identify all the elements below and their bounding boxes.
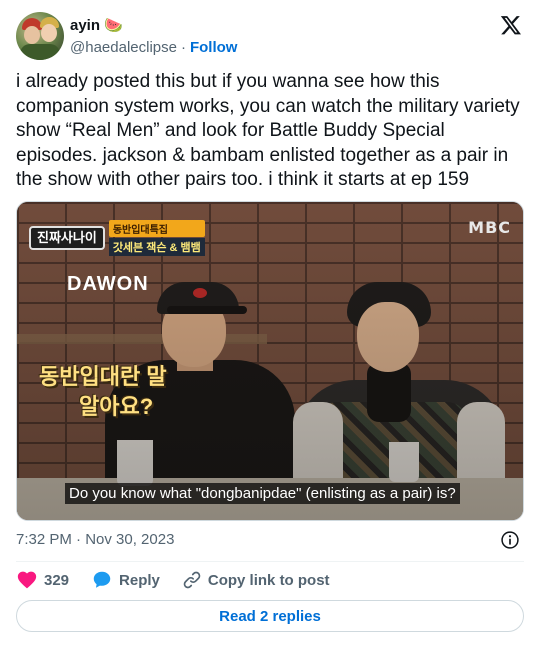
video-subtitle: Do you know what "dongbanipdae" (enlisti…: [65, 483, 460, 504]
separator-dot: ·: [180, 38, 186, 56]
tweet-actions: 329 Reply Copy link to post: [16, 569, 352, 591]
episode-banner: 동반입대특집 갓세븐 잭슨 & 뱀뱀: [108, 220, 205, 256]
display-name-row[interactable]: ayin 🍉: [70, 15, 237, 35]
display-name[interactable]: ayin: [70, 17, 100, 34]
info-icon[interactable]: [500, 530, 520, 550]
tweet-header: ayin 🍉 @haedaleclipse · Follow: [16, 12, 524, 60]
banner-bottom: 갓세븐 잭슨 & 뱀뱀: [108, 238, 205, 256]
avatar[interactable]: [16, 12, 64, 60]
tweet-text: i already posted this but if you wanna s…: [16, 71, 520, 190]
banner-top: 동반입대특집: [108, 220, 205, 237]
korean-caption: 동반입대란 말 알아요?: [39, 362, 167, 422]
broadcaster-logo: MBC: [468, 218, 511, 237]
divider: [16, 561, 524, 562]
x-logo-icon[interactable]: [500, 14, 522, 36]
user-handle[interactable]: @haedaleclipse: [70, 39, 177, 56]
heart-icon: [17, 571, 37, 589]
copy-link-button[interactable]: Copy link to post: [182, 570, 330, 590]
read-replies-button[interactable]: Read 2 replies: [16, 600, 524, 632]
reply-label: Reply: [119, 571, 160, 589]
korean-caption-line1: 동반입대란 말: [39, 364, 167, 389]
tweet-timestamp[interactable]: 7:32 PM · Nov 30, 2023: [16, 531, 174, 548]
author-names: ayin 🍉 @haedaleclipse · Follow: [70, 15, 237, 57]
copy-link-label: Copy link to post: [207, 571, 330, 589]
show-logo: 진짜사나이 동반입대특집 갓세븐 잭슨 & 뱀뱀: [29, 220, 205, 256]
watermelon-emoji: 🍉: [104, 17, 123, 34]
name-tag: DAWON: [67, 273, 149, 295]
follow-button[interactable]: Follow: [190, 39, 238, 56]
tweet-media-image[interactable]: 진짜사나이 동반입대특집 갓세븐 잭슨 & 뱀뱀 MBC DAWON 동반입대란…: [16, 201, 524, 521]
like-button[interactable]: 329: [16, 569, 69, 591]
handle-row: @haedaleclipse · Follow: [70, 37, 237, 57]
korean-caption-line2: 알아요?: [79, 394, 154, 419]
reply-button[interactable]: Reply: [91, 569, 160, 591]
link-icon: [183, 571, 201, 589]
like-count: 329: [44, 571, 70, 589]
show-title-badge: 진짜사나이: [29, 226, 105, 250]
reply-bubble-icon: [93, 571, 111, 588]
